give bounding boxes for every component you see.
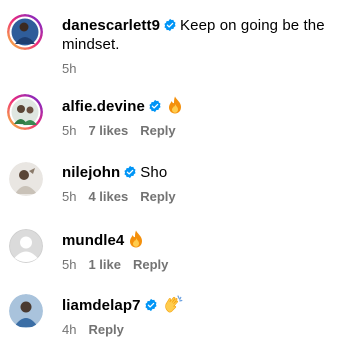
comment-username[interactable]: nilejohn [62,164,120,181]
reply-button[interactable]: Reply [133,257,168,272]
avatar[interactable] [9,162,43,196]
fire-icon [130,230,143,248]
avatar-image [9,162,43,196]
avatar[interactable] [9,229,43,263]
comment-time: 5h [62,257,77,272]
default-avatar-icon [9,229,43,263]
avatar[interactable] [7,14,43,50]
avatar[interactable] [9,294,43,328]
comment-username[interactable]: danescarlett9 [62,17,160,34]
comment-likes[interactable]: 4 likes [88,189,128,204]
reply-button[interactable]: Reply [140,189,175,204]
avatar[interactable] [7,94,43,130]
comment-time: 5h [62,189,77,204]
comment-username[interactable]: liamdelap7 [62,297,141,314]
comment-username[interactable]: mundle4 [62,232,124,249]
reply-button[interactable]: Reply [140,123,175,138]
fire-icon [168,96,181,114]
verified-badge-icon [124,165,136,179]
comment-text: Sho [140,164,168,181]
comment-username[interactable]: alfie.devine [62,98,145,115]
comment-time: 5h [62,61,77,76]
comment-time: 5h [62,123,77,138]
clapping-hands-icon [164,295,182,313]
avatar-image [7,94,43,130]
verified-badge-icon [145,298,157,312]
comment-time: 4h [62,322,77,337]
verified-badge-icon [149,99,161,113]
comment-likes[interactable]: 1 like [88,257,121,272]
comment-likes[interactable]: 7 likes [88,123,128,138]
avatar-image [7,14,43,50]
avatar-image [9,294,43,328]
verified-badge-icon [164,18,176,32]
reply-button[interactable]: Reply [88,322,123,337]
